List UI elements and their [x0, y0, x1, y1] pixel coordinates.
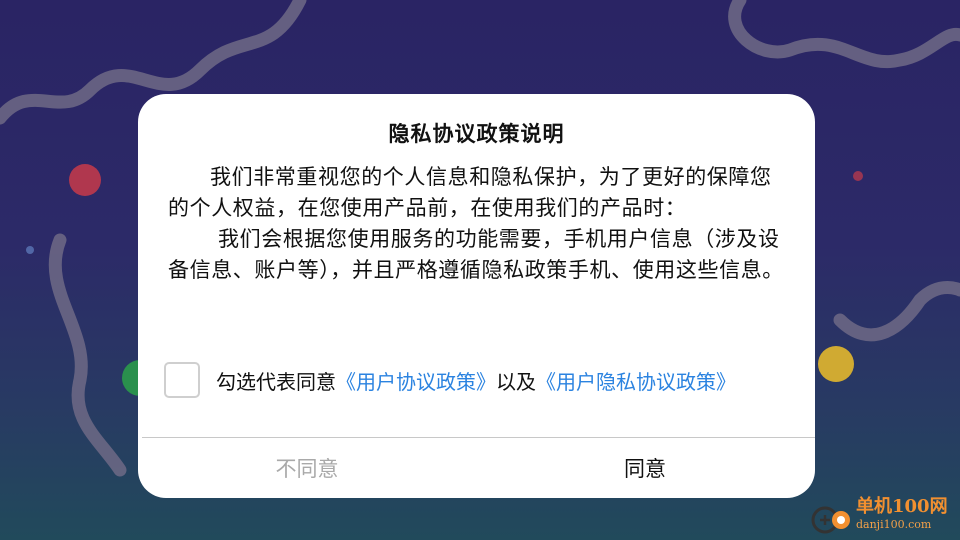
watermark-logo-icon: [811, 506, 850, 534]
privacy-paragraph-2: 我们会根据您使用服务的功能需要，手机用户信息（涉及设备信息、账户等），并且严格遵…: [168, 227, 784, 282]
privacy-policy-link[interactable]: 《用户隐私协议政策》: [536, 366, 736, 395]
watermark: 单机100网 danji100.com: [856, 496, 960, 540]
agree-button[interactable]: 同意: [476, 438, 814, 498]
watermark-url: danji100.com: [856, 518, 932, 531]
agree-prefix-text: 勾选代表同意: [216, 369, 336, 394]
agree-checkbox[interactable]: [164, 362, 200, 398]
watermark-title: 单机100网: [856, 496, 948, 517]
agreement-row: 勾选代表同意 《用户协议政策》 以及 《用户隐私协议政策》: [164, 360, 736, 400]
privacy-dialog: 隐私协议政策说明 我们非常重视您的个人信息和隐私保护，为了更好的保障您的个人权益…: [138, 94, 815, 498]
privacy-paragraph-1: 我们非常重视您的个人信息和隐私保护，为了更好的保障您的个人权益，在您使用产品前，…: [168, 165, 772, 220]
dialog-body: 我们非常重视您的个人信息和隐私保护，为了更好的保障您的个人权益，在您使用产品前，…: [168, 162, 788, 286]
agree-middle-text: 以及: [496, 369, 536, 394]
user-agreement-link[interactable]: 《用户协议政策》: [336, 366, 496, 395]
disagree-button[interactable]: 不同意: [138, 438, 476, 498]
dialog-title: 隐私协议政策说明: [388, 122, 565, 146]
